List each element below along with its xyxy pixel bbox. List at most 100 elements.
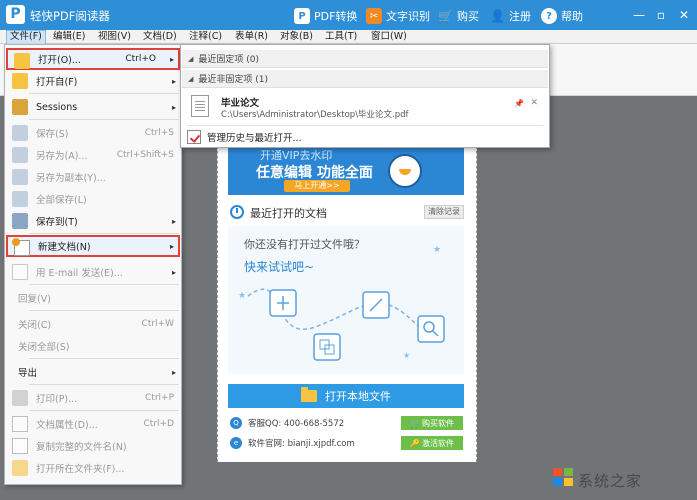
- menu-item-save-all-label: 全部保存(L): [36, 195, 87, 206]
- minimize-icon[interactable]: —: [630, 6, 648, 24]
- menu-item-sessions-label: Sessions: [36, 101, 78, 113]
- menu-item-print[interactable]: 打印(P)... Ctrl+P: [6, 387, 180, 409]
- menu-window[interactable]: 窗口(W): [368, 30, 410, 44]
- menu-item-properties-shortcut: Ctrl+D: [143, 419, 175, 429]
- manage-history-label: 管理历史与最近打开...: [207, 133, 302, 144]
- menu-item-open-from[interactable]: 打开自(F) ▸: [6, 70, 180, 92]
- menu-item-copy-filename-label: 复制完整的文件名(N): [36, 442, 127, 453]
- save-icon: [12, 125, 28, 141]
- menu-item-properties[interactable]: 文档属性(D)... Ctrl+D: [6, 413, 180, 435]
- print-icon: [12, 390, 28, 406]
- collapse-triangle-icon: ◢: [188, 54, 194, 63]
- collapse-triangle-icon: ◢: [188, 74, 194, 83]
- menu-item-close-label: 关闭(C): [18, 320, 52, 331]
- menu-item-save-to[interactable]: 保存到(T) ▸: [6, 210, 180, 232]
- save-as-icon: [12, 147, 28, 163]
- pin-icon[interactable]: 📌: [514, 99, 524, 108]
- recent-file-path: C:\Users\Administrator\Desktop\毕业论文.pdf: [221, 110, 409, 120]
- recent-file-item[interactable]: 毕业论文 C:\Users\Administrator\Desktop\毕业论文…: [187, 93, 542, 121]
- menu-item-close[interactable]: 关闭(C) Ctrl+W: [6, 313, 180, 335]
- empty-recent-panel: ★ ★ ★ 你还没有打开过文件哦？ 快来试试吧~: [228, 226, 464, 374]
- menu-item-open-folder-label: 打开所在文件夹(F)...: [36, 464, 125, 475]
- recent-docs-title: 最近打开的文档: [250, 207, 327, 220]
- promo-open-button[interactable]: 马上开通>>: [284, 180, 350, 192]
- buy-software-button[interactable]: 🛒 购买软件: [401, 416, 463, 430]
- manage-history-item[interactable]: 管理历史与最近打开...: [187, 128, 302, 146]
- menu-item-new-document[interactable]: 新建文档(N) ▸: [6, 235, 180, 257]
- menu-item-close-all[interactable]: 关闭全部(S): [6, 335, 180, 357]
- svg-text:★: ★: [433, 245, 441, 255]
- submenu-arrow-icon: ▸: [169, 54, 174, 64]
- svg-text:★: ★: [238, 291, 246, 301]
- menu-item-copy-filename[interactable]: 复制完整的文件名(N): [6, 435, 180, 457]
- close-icon[interactable]: ✕: [675, 6, 693, 24]
- menu-item-email[interactable]: 用 E-mail 发送(E)... ▸: [6, 261, 180, 283]
- vip-promo-banner[interactable]: 开通VIP去水印 任意编辑 功能全面 马上开通>>: [228, 146, 464, 195]
- menu-item-save-copy[interactable]: 另存为副本(Y)...: [6, 166, 180, 188]
- pdf-file-icon: [191, 95, 209, 117]
- recent-docs-header: 最近打开的文档 清除记录: [228, 203, 464, 221]
- recent-files-submenu: ◢ 最近固定项 (0) ◢ 最近非固定项 (1) 毕业论文 C:\Users\A…: [180, 44, 550, 148]
- sessions-icon: [12, 99, 28, 115]
- unpinned-section-header[interactable]: ◢ 最近非固定项 (1): [182, 70, 548, 88]
- svg-text:★: ★: [403, 351, 410, 360]
- ocr-button[interactable]: ✂ 文字识别: [366, 7, 430, 25]
- pinned-section-header[interactable]: ◢ 最近固定项 (0): [182, 50, 548, 68]
- pdf-convert-label: PDF转换: [314, 10, 358, 23]
- unpinned-section-label: 最近非固定项 (1): [198, 75, 269, 85]
- empty-try-text: 快来试试吧~: [244, 260, 315, 274]
- open-local-label: 打开本地文件: [325, 390, 391, 403]
- promo-line1: 开通VIP去水印: [260, 149, 333, 162]
- save-to-icon: [12, 213, 28, 229]
- folder-icon: [301, 387, 317, 402]
- buy-button[interactable]: 🛒 购买: [438, 7, 479, 25]
- menu-tools[interactable]: 工具(T): [322, 30, 360, 44]
- menu-document[interactable]: 文档(D): [140, 30, 180, 44]
- menu-item-save-shortcut: Ctrl+S: [144, 128, 174, 138]
- menu-item-new-document-label: 新建文档(N): [38, 242, 91, 253]
- submenu-arrow-icon: ▸: [171, 102, 176, 112]
- maximize-icon[interactable]: ▫: [652, 6, 670, 24]
- menu-bar: 文件(F) 编辑(E) 视图(V) 文档(D) 注释(C) 表单(R) 对象(B…: [0, 30, 697, 44]
- menu-edit[interactable]: 编辑(E): [50, 30, 88, 44]
- activate-software-button[interactable]: 🔑 激活软件: [401, 436, 463, 450]
- menu-item-save-as-label: 另存为(A)...: [36, 151, 88, 162]
- pdf-convert-icon: P: [294, 8, 310, 24]
- menu-item-export[interactable]: 导出 ▸: [6, 361, 180, 383]
- help-button[interactable]: ? 帮助: [541, 7, 583, 25]
- menu-item-save-all[interactable]: 全部保存(L): [6, 188, 180, 210]
- menu-separator: [29, 358, 179, 359]
- pdf-convert-button[interactable]: P PDF转换: [294, 7, 357, 25]
- menu-file[interactable]: 文件(F): [6, 30, 46, 44]
- watermark-text: 系统之家: [578, 472, 643, 490]
- menu-item-save-as[interactable]: 另存为(A)... Ctrl+Shift+S: [6, 144, 180, 166]
- menu-separator: [29, 93, 179, 94]
- site-watermark: 系统之家: [552, 462, 692, 496]
- cart-icon: 🛒: [438, 9, 453, 23]
- folder-icon: [12, 73, 28, 89]
- empty-question: 你还没有打开过文件哦？: [244, 238, 365, 251]
- menu-separator: [29, 233, 179, 234]
- menu-comment[interactable]: 注释(C): [186, 30, 225, 44]
- register-label: 注册: [508, 10, 531, 23]
- menu-item-open[interactable]: 打开(O)... Ctrl+O ▸: [6, 48, 180, 70]
- menu-separator: [29, 410, 179, 411]
- support-qq-text: 客服QQ: 400-668-5572: [248, 419, 345, 429]
- menu-item-print-label: 打印(P)...: [36, 394, 78, 405]
- menu-item-save[interactable]: 保存(S) Ctrl+S: [6, 122, 180, 144]
- menu-item-sessions[interactable]: Sessions ▸: [6, 96, 180, 118]
- menu-form[interactable]: 表单(R): [232, 30, 271, 44]
- menu-item-email-label: 用 E-mail 发送(E)...: [36, 268, 123, 279]
- save-all-icon: [12, 191, 28, 207]
- menu-object[interactable]: 对象(B): [277, 30, 316, 44]
- official-site-text: 软件官网: bianji.xjpdf.com: [248, 439, 355, 449]
- register-button[interactable]: 👤 注册: [490, 7, 531, 25]
- support-qq: Q 客服QQ: 400-668-5572: [230, 416, 344, 430]
- remove-icon[interactable]: ✕: [530, 98, 538, 108]
- menu-view[interactable]: 视图(V): [95, 30, 134, 44]
- menu-item-open-folder[interactable]: 打开所在文件夹(F)...: [6, 457, 180, 479]
- menu-item-revert[interactable]: 回复(V): [6, 287, 180, 309]
- new-document-icon: [12, 238, 30, 256]
- clear-records-button[interactable]: 清除记录: [424, 205, 464, 219]
- open-local-file-button[interactable]: 打开本地文件: [228, 384, 464, 408]
